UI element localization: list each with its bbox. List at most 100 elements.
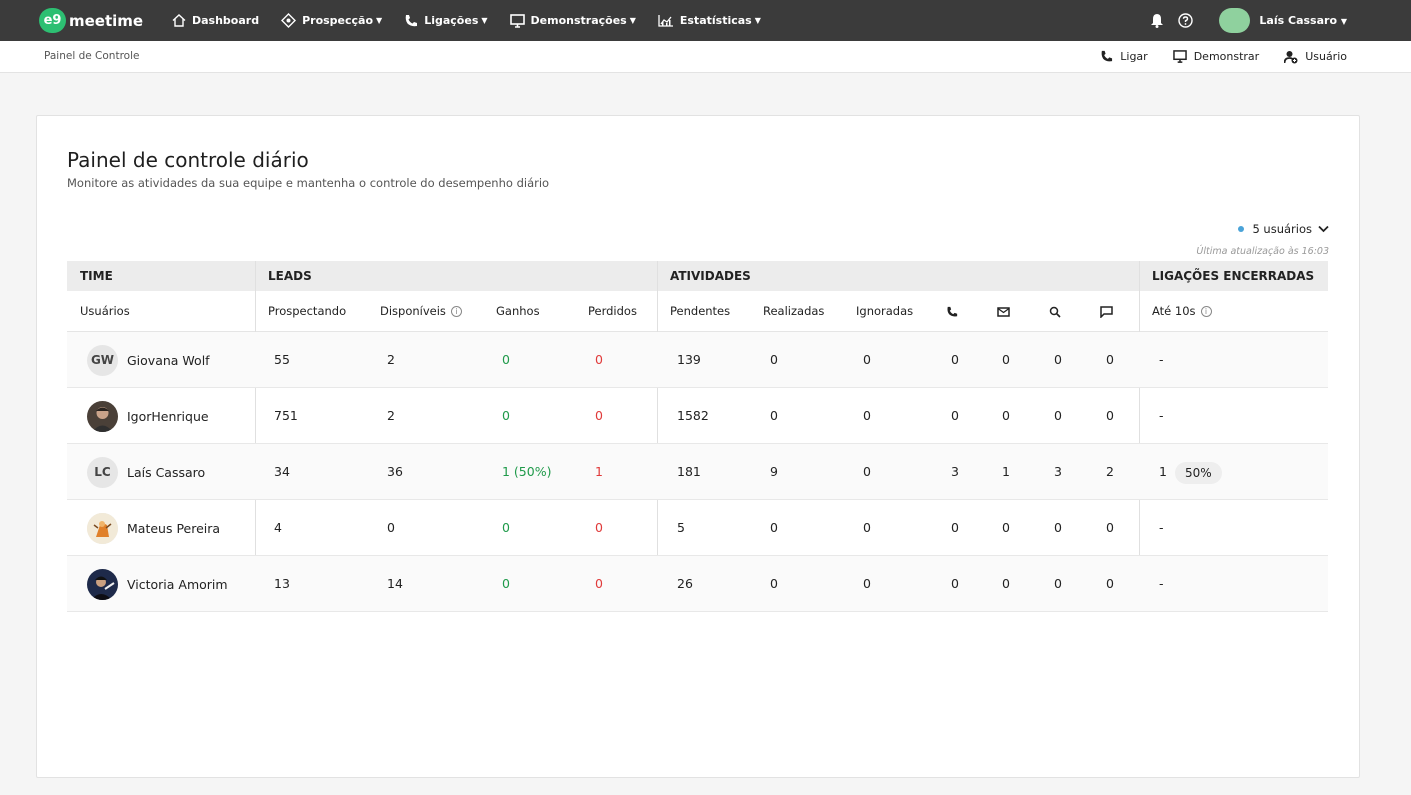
cell-pendentes: 181 — [677, 464, 701, 479]
cell-ganhos: 0 — [502, 352, 510, 367]
avatar — [87, 400, 118, 432]
chevron-down-icon: ▼ — [629, 16, 636, 25]
cell-messages: 2 — [1106, 464, 1114, 479]
cell-disponiveis: 36 — [387, 464, 403, 479]
bell-icon[interactable] — [1150, 13, 1164, 28]
cell-perdidos: 0 — [595, 352, 603, 367]
sub-header: Painel de Controle Ligar Demonstrar Usuá… — [0, 41, 1411, 73]
cell-prospectando: 55 — [274, 352, 290, 367]
ligar-button[interactable]: Ligar — [1100, 50, 1148, 63]
avatar — [87, 512, 118, 544]
cell-realizadas: 0 — [770, 576, 778, 591]
nav-demonstracoes[interactable]: Demonstrações ▼ — [509, 13, 636, 28]
avatar — [87, 568, 118, 600]
cell-perdidos: 1 — [595, 464, 603, 479]
cell-disponiveis: 2 — [387, 408, 395, 423]
help-icon[interactable] — [1178, 13, 1194, 28]
user-name: Victoria Amorim — [127, 576, 228, 592]
user-menu[interactable]: Laís Cassaro ▼ — [1259, 14, 1347, 27]
chevron-down-icon: ▼ — [1340, 17, 1347, 26]
header-searches — [1049, 291, 1061, 332]
header-ignoradas: Ignoradas — [856, 304, 914, 318]
nav-estatisticas-label: Estatísticas — [679, 14, 752, 27]
user-name: IgorHenrique — [127, 408, 209, 424]
nav-prospeccao[interactable]: Prospecção ▼ — [281, 13, 382, 28]
cell-disponiveis: 2 — [387, 352, 395, 367]
cell-prospectando: 34 — [274, 464, 290, 479]
cell-calls: 0 — [951, 520, 959, 535]
user-avatar[interactable] — [1219, 8, 1251, 33]
meetime-logo[interactable]: e9 meetime — [39, 8, 143, 33]
group-leads: LEADS — [268, 269, 312, 283]
search-icon — [1049, 306, 1061, 318]
daily-panel-card: Painel de controle diário Monitore as at… — [36, 115, 1360, 778]
group-ligacoes: LIGAÇÕES ENCERRADAS — [1152, 269, 1315, 283]
cell-calls: 3 — [951, 464, 959, 479]
cell-ganhos: 0 — [502, 408, 510, 423]
header-disponiveis: Disponíveis i — [380, 291, 462, 332]
chevron-down-icon: ▼ — [376, 16, 383, 25]
cell-pendentes: 26 — [677, 576, 693, 591]
cell-ganhos: 1 (50%) — [502, 464, 552, 479]
monitor-icon — [509, 13, 525, 28]
cell-ate10s-value: - — [1159, 576, 1164, 591]
demonstrar-button[interactable]: Demonstrar — [1172, 50, 1260, 63]
info-icon[interactable]: i — [450, 306, 462, 317]
cell-messages: 0 — [1106, 520, 1114, 535]
cell-searches: 0 — [1054, 576, 1062, 591]
header-disponiveis-label: Disponíveis — [380, 304, 446, 318]
percent-badge: 50% — [1174, 461, 1222, 484]
user-cell[interactable]: GW Giovana Wolf — [87, 332, 210, 388]
phone-icon — [405, 14, 418, 26]
header-emails — [997, 291, 1010, 332]
info-icon[interactable]: i — [1200, 306, 1212, 317]
cell-perdidos: 0 — [595, 408, 603, 423]
phone-icon — [1101, 50, 1113, 62]
table-row: IgorHenrique 751 2 0 0 1582 0 0 0 0 0 0 - — [67, 388, 1328, 444]
cell-pendentes: 139 — [677, 352, 701, 367]
monitor-icon — [1172, 50, 1187, 63]
user-cell[interactable]: Mateus Pereira — [87, 500, 220, 556]
cell-ate10s-value: 1 — [1159, 464, 1167, 479]
users-filter-dropdown[interactable]: 5 usuários — [1238, 222, 1329, 236]
nav-demonstracoes-label: Demonstrações — [530, 14, 627, 27]
cell-searches: 3 — [1054, 464, 1062, 479]
cell-prospectando: 4 — [274, 520, 282, 535]
avatar: LC — [87, 456, 118, 488]
home-icon — [172, 14, 186, 27]
cell-ate10s-value: - — [1159, 520, 1164, 535]
cell-calls: 0 — [951, 576, 959, 591]
nav-estatisticas[interactable]: Estatísticas ▼ — [658, 14, 761, 27]
cell-ganhos: 0 — [502, 576, 510, 591]
breadcrumb: Painel de Controle — [44, 50, 140, 62]
chevron-down-icon: ▼ — [754, 16, 761, 25]
nav-ligacoes[interactable]: Ligações ▼ — [404, 14, 488, 28]
table-row: GW Giovana Wolf 55 2 0 0 139 0 0 0 0 0 0 - — [67, 332, 1328, 388]
header-prospectando: Prospectando — [268, 304, 347, 318]
user-cell[interactable]: Victoria Amorim — [87, 556, 228, 612]
quick-actions: Ligar Demonstrar Usuário — [1075, 41, 1347, 72]
cell-ate10s: - — [1159, 388, 1164, 444]
logo-text: meetime — [69, 11, 144, 30]
phone-icon — [947, 306, 958, 316]
cell-perdidos: 0 — [595, 576, 603, 591]
status-dot — [1238, 226, 1245, 232]
usuario-button[interactable]: Usuário — [1284, 50, 1347, 64]
cell-emails: 1 — [1002, 464, 1010, 479]
cell-emails: 0 — [1002, 576, 1010, 591]
header-pendentes: Pendentes — [670, 304, 731, 318]
cell-messages: 0 — [1106, 408, 1114, 423]
table-body: GW Giovana Wolf 55 2 0 0 139 0 0 0 0 0 0 - IgorHenriqu… — [67, 332, 1328, 612]
user-cell[interactable]: IgorHenrique — [87, 388, 209, 444]
demonstrar-label: Demonstrar — [1193, 50, 1260, 63]
nav-dashboard[interactable]: Dashboard — [172, 14, 259, 27]
cell-ganhos: 0 — [502, 520, 510, 535]
cell-realizadas: 0 — [770, 352, 778, 367]
cell-prospectando: 751 — [274, 408, 298, 423]
user-cell[interactable]: LC Laís Cassaro — [87, 444, 205, 500]
main-menu: Dashboard Prospecção ▼ Ligações ▼ Demons… — [172, 0, 783, 41]
ligar-label: Ligar — [1120, 50, 1148, 63]
page-subtitle: Monitore as atividades da sua equipe e m… — [67, 176, 550, 190]
cell-messages: 0 — [1106, 352, 1114, 367]
header-usuarios: Usuários — [80, 304, 130, 318]
